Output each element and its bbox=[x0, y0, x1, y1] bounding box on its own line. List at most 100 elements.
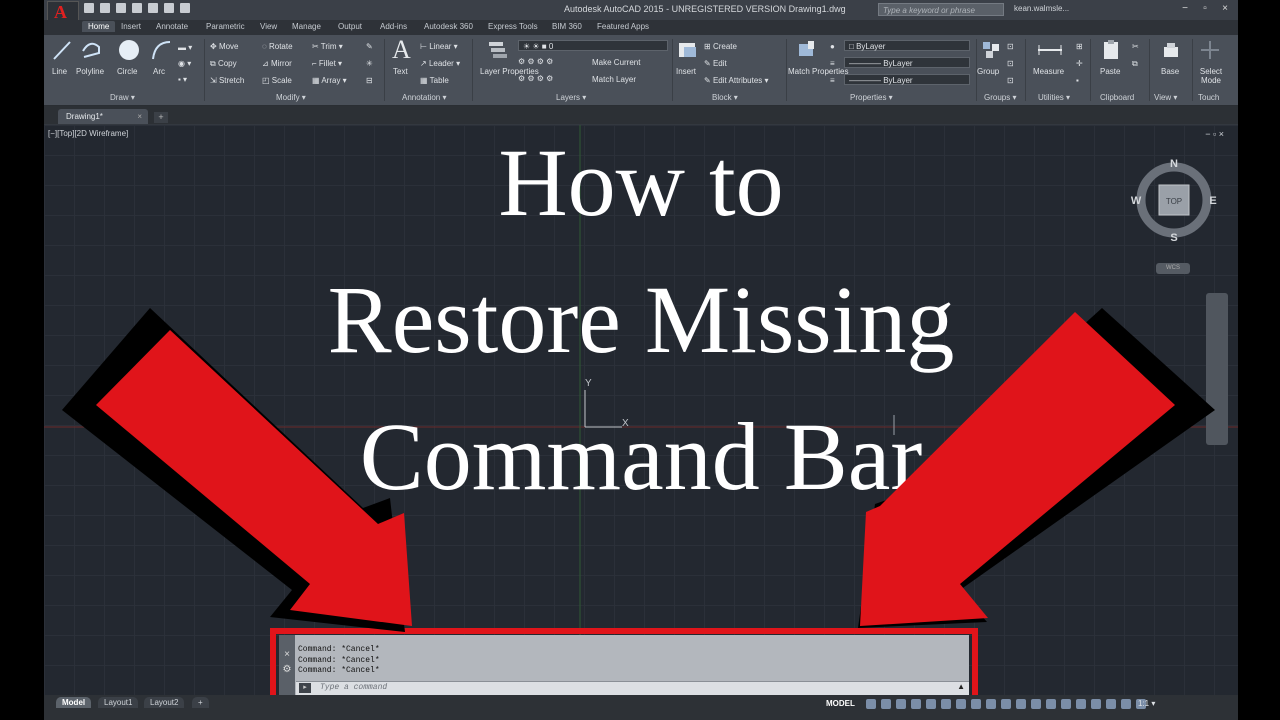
lineweight-toggle-icon[interactable] bbox=[956, 699, 966, 709]
lineweight-dropdown[interactable]: ———— ByLayer bbox=[844, 57, 970, 68]
rectangle-icon[interactable]: ▬ ▾ bbox=[178, 43, 192, 52]
insert-button[interactable]: Insert bbox=[676, 67, 696, 76]
quick-properties-icon[interactable] bbox=[1076, 699, 1086, 709]
draw-more-icon[interactable]: ▪ ▾ bbox=[178, 75, 187, 84]
trim-button[interactable]: ✂ Trim ▾ bbox=[312, 42, 343, 51]
panel-clipboard[interactable]: Clipboard bbox=[1100, 93, 1134, 102]
selection-cycling-icon[interactable] bbox=[986, 699, 996, 709]
hatch-icon[interactable]: ◉ ▾ bbox=[178, 59, 191, 68]
text-button[interactable]: Text bbox=[393, 67, 408, 76]
paste-button[interactable]: Paste bbox=[1100, 67, 1120, 76]
snap-icon[interactable] bbox=[881, 699, 891, 709]
annotation-monitor-icon[interactable] bbox=[1046, 699, 1056, 709]
annotation-visibility-icon[interactable] bbox=[1001, 699, 1011, 709]
line-icon[interactable] bbox=[52, 39, 72, 61]
panel-properties[interactable]: Properties ▾ bbox=[850, 93, 893, 102]
rotate-button[interactable]: ◌ Rotate bbox=[262, 42, 293, 51]
osnap-icon[interactable] bbox=[926, 699, 936, 709]
group-button[interactable]: Group bbox=[977, 67, 999, 76]
select-mode-button[interactable]: Select Mode bbox=[1196, 67, 1226, 85]
tab-autodesk-360[interactable]: Autodesk 360 bbox=[424, 22, 473, 31]
tab-insert[interactable]: Insert bbox=[121, 22, 141, 31]
hardware-acceleration-icon[interactable] bbox=[1106, 699, 1116, 709]
panel-draw[interactable]: Draw ▾ bbox=[110, 93, 135, 102]
linear-button[interactable]: ⊢ Linear ▾ bbox=[420, 42, 458, 51]
base-button[interactable]: Base bbox=[1161, 67, 1179, 76]
stretch-button[interactable]: ⇲ Stretch bbox=[210, 76, 244, 85]
linetype-dropdown[interactable]: ———— ByLayer bbox=[844, 74, 970, 85]
panel-groups[interactable]: Groups ▾ bbox=[984, 93, 1016, 102]
match-properties-button[interactable]: Match Properties bbox=[788, 67, 848, 76]
save-as-icon[interactable] bbox=[132, 3, 142, 13]
tab-express-tools[interactable]: Express Tools bbox=[488, 22, 538, 31]
tab-add-ins[interactable]: Add-ins bbox=[380, 22, 407, 31]
move-button[interactable]: ✥ Move bbox=[210, 42, 239, 51]
ortho-icon[interactable] bbox=[896, 699, 906, 709]
fillet-button[interactable]: ⌐ Fillet ▾ bbox=[312, 59, 342, 68]
compass-north[interactable]: N bbox=[1170, 158, 1178, 170]
otrack-icon[interactable] bbox=[941, 699, 951, 709]
tab-output[interactable]: Output bbox=[338, 22, 362, 31]
tab-featured-apps[interactable]: Featured Apps bbox=[597, 22, 649, 31]
redo-icon[interactable] bbox=[180, 3, 190, 13]
close-tab-icon[interactable]: × bbox=[137, 109, 142, 124]
leader-button[interactable]: ↗ Leader ▾ bbox=[420, 59, 460, 68]
color-icon[interactable]: ● bbox=[830, 42, 835, 51]
select-mode-icon[interactable] bbox=[1199, 39, 1221, 61]
panel-utilities[interactable]: Utilities ▾ bbox=[1038, 93, 1070, 102]
panel-modify[interactable]: Modify ▾ bbox=[276, 93, 306, 102]
maximize-icon[interactable]: ▫ bbox=[1196, 2, 1214, 16]
tab-home[interactable]: Home bbox=[82, 21, 116, 32]
copy-button[interactable]: ⧉ Copy bbox=[210, 59, 237, 69]
ungroup-icon[interactable]: ⊡ bbox=[1007, 42, 1014, 51]
offset-icon[interactable]: ⊟ bbox=[366, 76, 373, 85]
circle-icon[interactable] bbox=[117, 38, 141, 62]
grid-icon[interactable] bbox=[866, 699, 876, 709]
group-icon[interactable] bbox=[980, 39, 1002, 61]
tab-annotate[interactable]: Annotate bbox=[156, 22, 188, 31]
color-dropdown[interactable]: □ ByLayer bbox=[844, 40, 970, 51]
panel-layers[interactable]: Layers ▾ bbox=[556, 93, 586, 102]
panel-view[interactable]: View ▾ bbox=[1154, 93, 1177, 102]
line-button[interactable]: Line bbox=[52, 67, 67, 76]
explode-icon[interactable]: ✳ bbox=[366, 59, 373, 68]
group-select-icon[interactable]: ⊡ bbox=[1007, 76, 1014, 85]
isolate-objects-icon[interactable] bbox=[1091, 699, 1101, 709]
panel-touch[interactable]: Touch bbox=[1198, 93, 1219, 102]
clean-screen-icon[interactable] bbox=[1121, 699, 1131, 709]
viewcube[interactable]: TOP N S E W bbox=[1131, 157, 1217, 243]
paste-icon[interactable] bbox=[1100, 39, 1122, 61]
layer-tools-row2[interactable]: ⚙ ⚙ ⚙ ⚙ bbox=[518, 74, 553, 83]
make-current-button[interactable]: Make Current bbox=[592, 58, 640, 67]
compass-east[interactable]: E bbox=[1209, 195, 1216, 207]
layout-tab-layout1[interactable]: Layout1 bbox=[98, 697, 139, 708]
mirror-button[interactable]: ⊿ Mirror bbox=[262, 59, 292, 68]
tab-view[interactable]: View bbox=[260, 22, 277, 31]
layer-properties-icon[interactable] bbox=[486, 39, 508, 61]
create-block-button[interactable]: ⊞ Create bbox=[704, 42, 737, 51]
tab-parametric[interactable]: Parametric bbox=[206, 22, 245, 31]
cut-icon[interactable]: ✂ bbox=[1132, 42, 1139, 51]
text-icon[interactable]: A bbox=[392, 35, 411, 65]
base-view-icon[interactable] bbox=[1162, 41, 1180, 59]
layout-tab-layout2[interactable]: Layout2 bbox=[144, 697, 185, 708]
panel-annotation[interactable]: Annotation ▾ bbox=[402, 93, 447, 102]
array-button[interactable]: ▦ Array ▾ bbox=[312, 76, 347, 85]
layout-tab-model[interactable]: Model bbox=[56, 697, 92, 708]
compass-south[interactable]: S bbox=[1170, 232, 1177, 243]
polyline-button[interactable]: Polyline bbox=[76, 67, 104, 76]
close-icon[interactable]: × bbox=[1216, 2, 1234, 16]
units-icon[interactable] bbox=[1061, 699, 1071, 709]
scale-button[interactable]: ◰ Scale bbox=[262, 76, 292, 85]
annotation-scale[interactable]: 1:1 ▾ bbox=[1138, 699, 1155, 708]
edit-attributes-button[interactable]: ✎ Edit Attributes ▾ bbox=[704, 76, 769, 85]
linetype-icon[interactable]: ≡ bbox=[830, 59, 835, 68]
open-icon[interactable] bbox=[100, 3, 110, 13]
tab-manage[interactable]: Manage bbox=[292, 22, 321, 31]
search-input[interactable]: Type a keyword or phrase bbox=[878, 3, 1004, 16]
match-layer-button[interactable]: Match Layer bbox=[592, 75, 636, 84]
tab-bim-360[interactable]: BIM 360 bbox=[552, 22, 582, 31]
undo-icon[interactable] bbox=[164, 3, 174, 13]
copy-clip-icon[interactable]: ⧉ bbox=[1132, 59, 1138, 69]
panel-block[interactable]: Block ▾ bbox=[712, 93, 738, 102]
